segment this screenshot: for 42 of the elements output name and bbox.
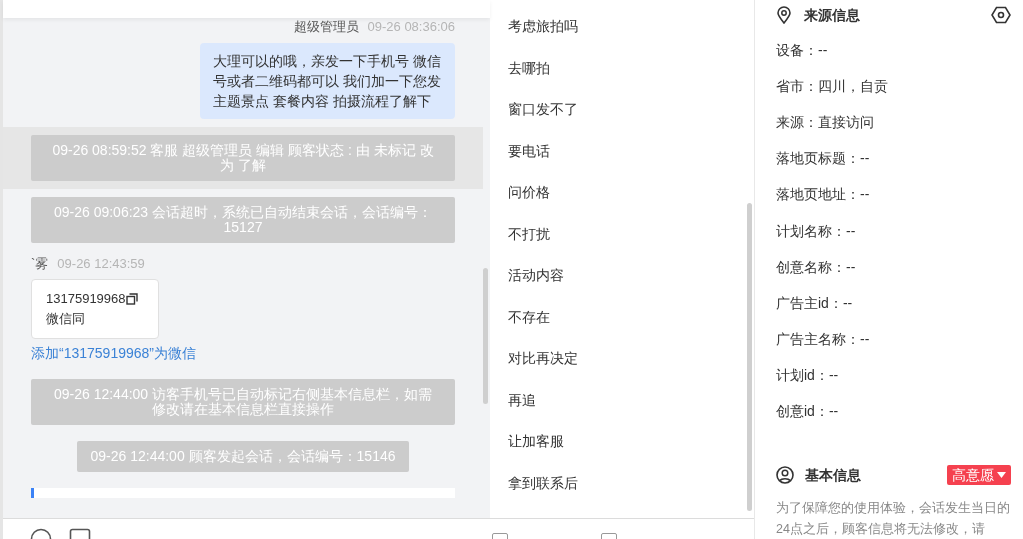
section-title: 来源信息 — [804, 5, 861, 25]
info-field: 设备：-- — [776, 39, 828, 61]
user-icon — [776, 466, 794, 485]
quick-reply-item[interactable]: 不打扰 — [508, 223, 550, 245]
info-field: 落地页标题：-- — [776, 148, 870, 170]
scrollbar[interactable] — [483, 268, 488, 404]
add-wechat-link[interactable]: 添加“13175919968”为微信 — [31, 345, 196, 361]
quick-reply-item[interactable]: 不存在 — [508, 306, 550, 328]
info-note: 为了保障您的使用体验，会话发生当日的24点之后，顾客信息将无法修改，请 — [776, 500, 1011, 539]
message-time: 09-26 08:36:06 — [367, 18, 455, 36]
message-text: 微信同 — [46, 310, 85, 328]
quick-reply-item[interactable]: 去哪拍 — [508, 57, 550, 79]
quick-reply-item[interactable]: 再追 — [508, 389, 536, 411]
quick-reply-item[interactable]: 考虑旅拍吗 — [508, 16, 578, 38]
quick-reply-item[interactable]: 要电话 — [508, 140, 550, 162]
settings-icon[interactable] — [991, 6, 1011, 24]
caret-icon — [997, 472, 1006, 479]
message-time: 09-26 12:43:59 — [57, 255, 145, 273]
intent-dropdown[interactable]: 高意愿 — [947, 465, 1011, 486]
quick-reply-item[interactable]: 对比再决定 — [508, 348, 578, 370]
message-text: 13175919968 — [46, 290, 126, 308]
location-pin-icon — [776, 6, 792, 24]
quick-reply-item[interactable]: 窗口发不了 — [508, 99, 578, 121]
info-field: 省市：四川，自贡 — [776, 75, 888, 97]
quick-reply-item[interactable]: 问价格 — [508, 182, 550, 204]
section-title: 基本信息 — [805, 465, 862, 485]
info-field: 广告主id：-- — [776, 292, 853, 314]
quick-reply-item[interactable]: 拿到联系后 — [508, 472, 578, 494]
info-field: 创意名称：-- — [776, 256, 856, 278]
copy-icon[interactable] — [125, 293, 138, 305]
quick-reply-item[interactable]: 活动内容 — [508, 265, 564, 287]
info-field: 广告主名称：-- — [776, 329, 870, 351]
message-bubble: 大理可以的哦，亲发一下手机号 微信号或者二维码都可以 我们加一下您发主题景点 套餐内容 拍摄流程了解下 — [200, 43, 455, 119]
info-field: 创意id：-- — [776, 401, 839, 423]
scrollbar[interactable] — [747, 203, 752, 511]
sender-name: `雾 — [31, 255, 49, 273]
info-field: 来源：直接访问 — [776, 111, 874, 133]
info-field: 计划名称：-- — [776, 220, 856, 242]
sender-name: 超级管理员 — [293, 18, 359, 36]
quick-reply-item[interactable]: 让加客服 — [508, 431, 564, 453]
info-field: 计划id：-- — [776, 365, 839, 387]
info-field: 落地页地址：-- — [776, 184, 870, 206]
